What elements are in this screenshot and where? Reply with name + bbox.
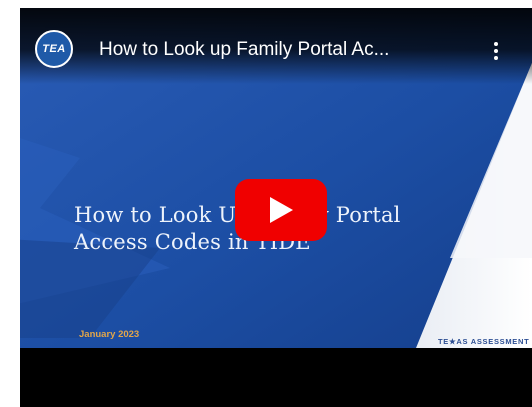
- video-top-bar: TEA How to Look up Family Portal Ac...: [20, 8, 532, 84]
- video-title[interactable]: How to Look up Family Portal Ac...: [99, 39, 479, 61]
- channel-logo-text: TEA: [42, 43, 66, 55]
- play-icon: [270, 197, 293, 223]
- video-player[interactable]: How to Look Up Family Portal Access Code…: [20, 8, 532, 407]
- more-vert-icon: [494, 42, 498, 46]
- more-options-button[interactable]: [486, 36, 506, 66]
- channel-avatar[interactable]: TEA: [35, 30, 73, 68]
- slide-date: January 2023: [79, 329, 140, 340]
- slide-brand-logo: TE★AS ASSESSMENT: [438, 337, 530, 346]
- play-button[interactable]: [235, 179, 327, 241]
